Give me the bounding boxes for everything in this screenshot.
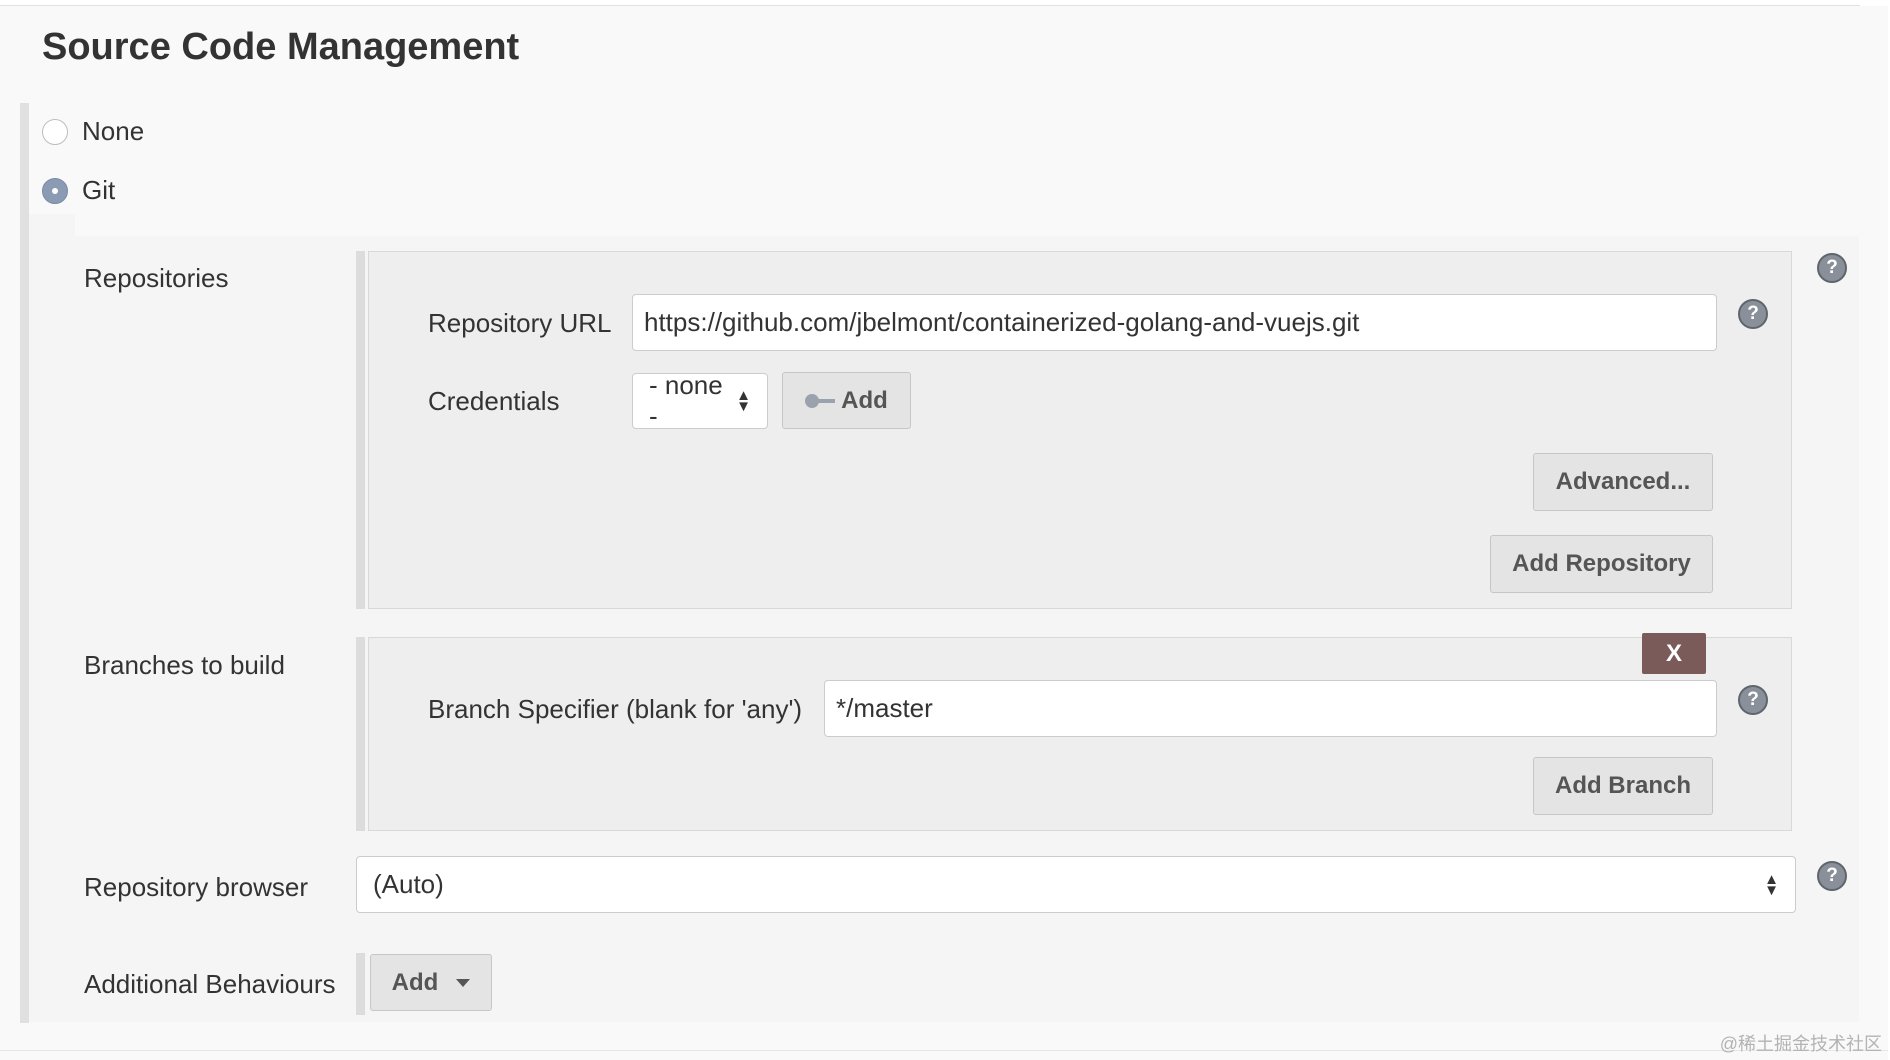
caret-down-icon	[456, 978, 471, 987]
radio-git[interactable]	[42, 177, 68, 204]
branch-specifier-input[interactable]: */master	[824, 680, 1717, 737]
watermark: @稀土掘金技术社区	[1719, 1034, 1882, 1054]
branch-specifier-label: Branch Specifier (blank for 'any')	[428, 694, 803, 724]
section-title: Source Code Management	[42, 26, 520, 68]
add-behaviour-label: Add	[391, 968, 439, 996]
repository-url-input[interactable]: https://github.com/jbelmont/containerize…	[632, 294, 1717, 351]
add-credentials-button[interactable]: Add	[782, 372, 911, 429]
page: Source Code Management None Git Reposito…	[0, 0, 1890, 1060]
help-icon[interactable]: ?	[1738, 299, 1768, 329]
select-arrows-icon: ▲ ▼	[1764, 870, 1779, 899]
add-branch-button[interactable]: Add Branch	[1533, 757, 1713, 815]
git-panel-tab	[29, 214, 75, 238]
radio-none-label: None	[82, 116, 145, 146]
radio-option-git[interactable]: Git	[42, 175, 115, 206]
additional-behaviours-label: Additional Behaviours	[84, 969, 336, 999]
add-repository-button[interactable]: Add Repository	[1490, 535, 1713, 593]
repository-url-label: Repository URL	[428, 308, 612, 338]
credentials-select-value: - none -	[649, 370, 723, 431]
repository-browser-label: Repository browser	[84, 872, 308, 902]
scm-indent-bar	[20, 103, 29, 1023]
credentials-label: Credentials	[428, 386, 560, 416]
select-arrows-icon: ▲ ▼	[736, 387, 751, 415]
branches-label: Branches to build	[84, 650, 285, 680]
repository-browser-select[interactable]: (Auto) ▲ ▼	[356, 856, 1796, 913]
help-icon[interactable]: ?	[1817, 861, 1847, 891]
radio-none[interactable]	[42, 118, 68, 145]
radio-option-none[interactable]: None	[42, 116, 144, 147]
additional-behaviours-bar	[356, 953, 365, 1015]
radio-git-label: Git	[82, 175, 116, 205]
repository-browser-value: (Auto)	[373, 869, 444, 899]
add-credentials-label: Add	[841, 386, 888, 414]
branches-bar	[356, 637, 365, 831]
add-behaviour-button[interactable]: Add	[370, 954, 492, 1011]
help-icon[interactable]: ?	[1738, 685, 1768, 715]
help-icon[interactable]: ?	[1817, 253, 1847, 283]
delete-branch-button[interactable]: X	[1642, 633, 1706, 674]
repositories-label: Repositories	[84, 263, 229, 293]
advanced-button[interactable]: Advanced...	[1533, 453, 1713, 511]
credentials-select[interactable]: - none - ▲ ▼	[632, 370, 768, 431]
key-icon	[805, 393, 836, 408]
bottom-divider	[0, 1050, 1888, 1051]
repositories-bar	[356, 251, 365, 609]
